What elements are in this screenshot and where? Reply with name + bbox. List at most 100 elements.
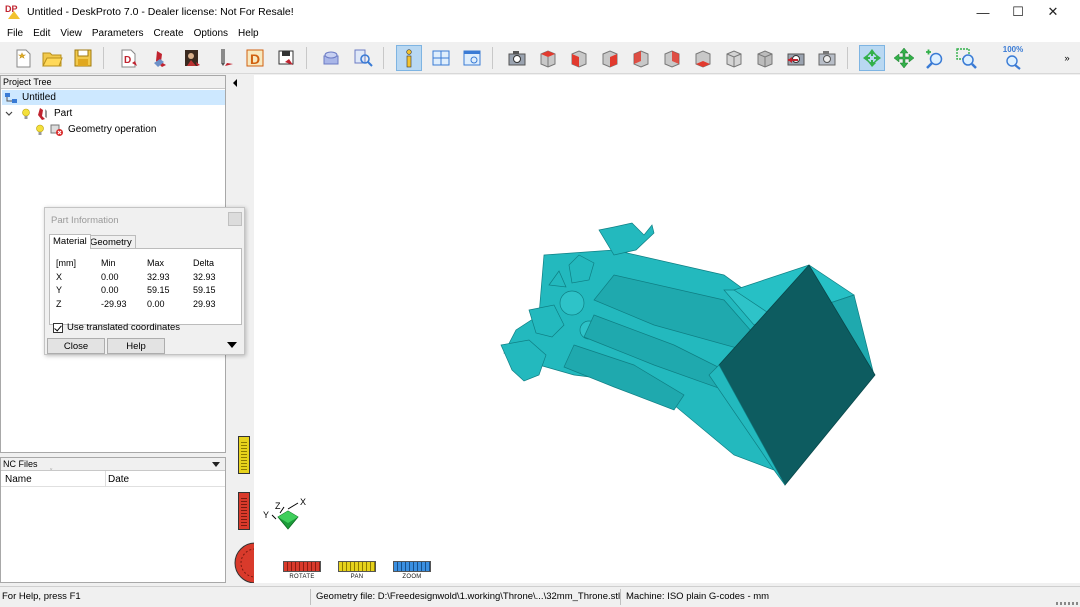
tab-material[interactable]: Material — [49, 234, 91, 249]
zoom-control[interactable]: ZOOM — [393, 561, 431, 580]
expand-arrow-icon[interactable] — [227, 342, 237, 348]
help-button[interactable]: Help — [107, 338, 165, 354]
collapse-panel-arrow-icon[interactable] — [233, 79, 237, 87]
rotate-vertical-control[interactable] — [238, 492, 250, 530]
window-title: Untitled - DeskProto 7.0 - Dealer licens… — [27, 6, 294, 18]
rotate-bar[interactable] — [283, 561, 321, 572]
row-z-delta: 29.93 — [193, 299, 216, 309]
collapse-chevron-icon[interactable] — [5, 110, 15, 118]
layout-icon[interactable] — [428, 45, 454, 71]
nc-files-header[interactable]: NC Files — [1, 458, 225, 471]
menu-view[interactable]: View — [55, 28, 87, 39]
tree-item-part-label: Part — [54, 108, 73, 119]
view-iso2-icon[interactable] — [752, 45, 778, 71]
photo-icon[interactable] — [179, 45, 205, 71]
row-y-axis: Y — [56, 285, 63, 295]
row-x-axis: X — [56, 272, 63, 282]
dropdown-arrow-icon[interactable] — [211, 461, 221, 468]
view-right-icon[interactable] — [597, 45, 623, 71]
dialog-close-box[interactable] — [228, 212, 242, 226]
nc-files-panel: NC Files Name ˇ Date — [0, 457, 226, 583]
view-left-icon[interactable] — [659, 45, 685, 71]
operation-error-icon — [50, 123, 64, 137]
navigation-controls: ROTATE PAN ZOOM — [254, 560, 1080, 583]
d-parameter-icon[interactable]: D — [242, 45, 268, 71]
info-icon[interactable] — [396, 45, 422, 71]
rotate-icon[interactable] — [859, 45, 885, 71]
menu-options[interactable]: Options — [189, 28, 233, 39]
pan-control[interactable]: PAN — [338, 561, 376, 580]
translated-coordinates-option[interactable]: Use translated coordinates — [53, 322, 180, 333]
toolbar-overflow-button[interactable]: » — [1058, 45, 1076, 71]
view-top-icon[interactable] — [535, 45, 561, 71]
project-icon — [4, 92, 18, 104]
pan-vertical-control[interactable] — [238, 436, 250, 474]
tree-item-untitled-label: Untitled — [22, 92, 56, 103]
project-tree-header: Project Tree — [1, 76, 225, 89]
resize-grip-icon[interactable] — [1056, 602, 1078, 605]
table-header-delta: Delta — [193, 258, 215, 268]
sort-indicator-icon: ˇ — [50, 469, 53, 476]
row-y-delta: 59.15 — [193, 285, 216, 295]
status-geometry-file: Geometry file: D:\Freedesignwold\1.worki… — [316, 591, 621, 602]
menu-edit[interactable]: Edit — [28, 28, 55, 39]
save-icon[interactable] — [70, 45, 96, 71]
import-icon[interactable] — [148, 45, 174, 71]
menu-help[interactable]: Help — [233, 28, 264, 39]
zoom-bar[interactable] — [393, 561, 431, 572]
window-icon[interactable] — [459, 45, 485, 71]
reset-view-icon[interactable] — [783, 45, 809, 71]
menu-parameters[interactable]: Parameters — [87, 28, 149, 39]
lightbulb-icon[interactable] — [21, 108, 31, 120]
tab-geometry[interactable]: Geometry — [86, 235, 136, 249]
3d-viewport[interactable]: X Z Y — [254, 75, 1080, 560]
row-x-max: 32.93 — [147, 272, 170, 282]
zoom-label: ZOOM — [402, 574, 422, 580]
rotate-control[interactable]: ROTATE — [283, 561, 321, 580]
svg-text:D: D — [250, 51, 260, 67]
maximize-button[interactable]: ☐ — [1001, 0, 1035, 24]
rotate-label: ROTATE — [289, 574, 315, 580]
zoom-level-label: 100% — [1002, 45, 1024, 54]
row-z-min: -29.93 — [101, 299, 127, 309]
menu-create[interactable]: Create — [149, 28, 189, 39]
translated-coordinates-checkbox[interactable] — [53, 322, 63, 333]
column-header-date[interactable]: Date — [108, 474, 129, 485]
zoom-in-icon[interactable] — [922, 45, 948, 71]
row-x-min: 0.00 — [101, 272, 119, 282]
part-icon — [37, 107, 49, 121]
lightbulb-icon[interactable] — [35, 124, 45, 136]
tree-item-part[interactable]: Part — [5, 106, 72, 121]
tree-item-geometry-operation[interactable]: Geometry operation — [35, 122, 156, 137]
zoom-window-icon[interactable] — [953, 45, 979, 71]
close-window-button[interactable]: ✕ — [1036, 0, 1070, 24]
new-file-icon[interactable] — [10, 45, 36, 71]
menu-file[interactable]: File — [2, 28, 28, 39]
wizard-icon[interactable]: D — [116, 45, 142, 71]
view-icon[interactable] — [350, 45, 376, 71]
open-folder-icon[interactable] — [39, 45, 65, 71]
view-front-icon[interactable] — [566, 45, 592, 71]
machine-icon[interactable] — [318, 45, 344, 71]
nc-files-column-headers: Name ˇ Date — [1, 469, 225, 487]
tree-item-untitled[interactable]: Untitled — [2, 90, 225, 105]
minimize-button[interactable]: — — [966, 0, 1000, 24]
nc-files-title: NC Files — [3, 459, 38, 469]
camera-icon[interactable] — [504, 45, 530, 71]
column-header-name[interactable]: Name — [5, 474, 32, 485]
dimensions-table: [mm] Min Max Delta X 0.00 32.93 32.93 Y … — [49, 248, 242, 325]
close-button[interactable]: Close — [47, 338, 105, 354]
tool-icon[interactable] — [211, 45, 237, 71]
row-y-max: 59.15 — [147, 285, 170, 295]
pan-bar[interactable] — [338, 561, 376, 572]
view-iso-icon[interactable] — [721, 45, 747, 71]
menu-bar: File Edit View Parameters Create Options… — [0, 24, 1080, 42]
export-icon[interactable] — [273, 45, 299, 71]
screenshot-icon[interactable] — [814, 45, 840, 71]
pan-icon[interactable] — [891, 45, 917, 71]
throne-model — [500, 222, 876, 486]
app-logo-icon: DP — [5, 4, 21, 20]
view-back-icon[interactable] — [628, 45, 654, 71]
view-bottom-icon[interactable] — [690, 45, 716, 71]
zoom-100-icon[interactable]: 100% — [998, 45, 1028, 71]
